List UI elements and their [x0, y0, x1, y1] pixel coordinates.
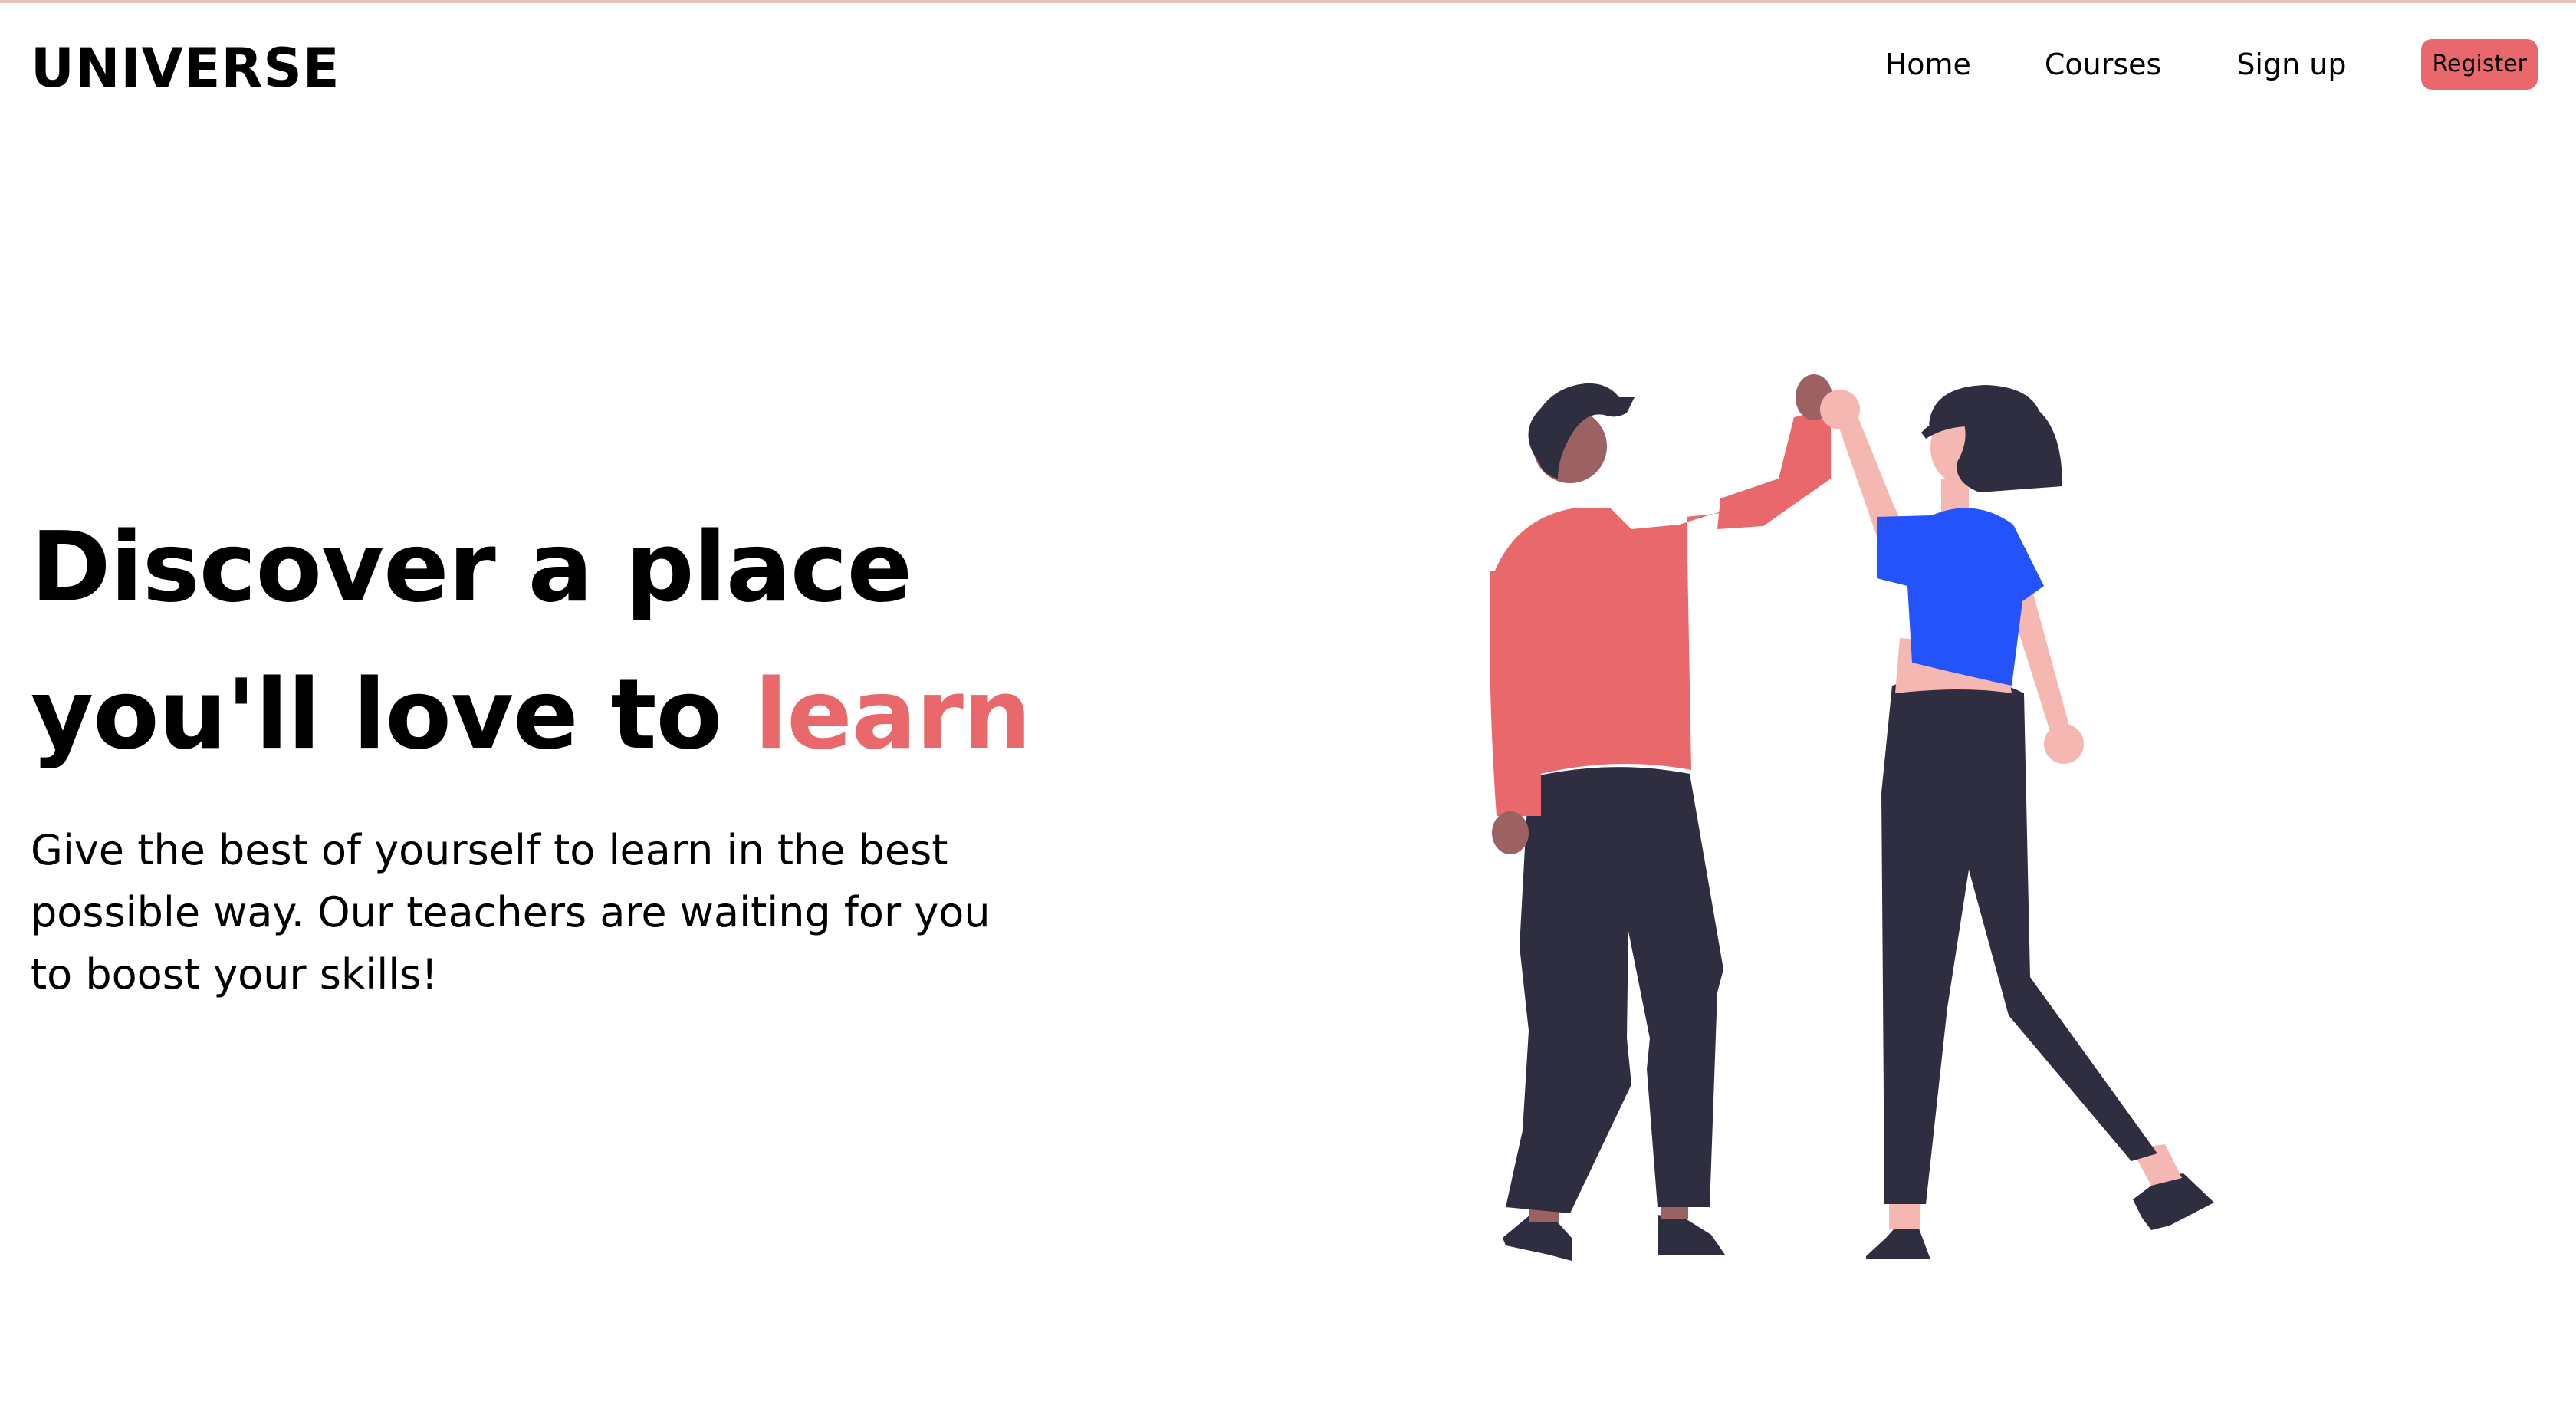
hero-title-line2: you'll love to [31, 658, 755, 771]
man-right-shoe [1658, 1215, 1725, 1255]
man-pants [1506, 767, 1723, 1213]
woman-pants [1881, 676, 2157, 1204]
woman-raised-hand [1820, 390, 1860, 429]
register-button[interactable]: Register [2421, 39, 2538, 90]
hero-title: Discover a place you'll love to learn [31, 494, 1043, 788]
page: UNIVERSE Home Courses Sign up Register D… [0, 0, 2576, 1405]
woman-right-shoe [2133, 1173, 2214, 1230]
main-nav: Home Courses Sign up Register [1885, 38, 2538, 90]
nav-signup-link[interactable]: Sign up [2236, 38, 2346, 90]
site-logo[interactable]: UNIVERSE [31, 37, 340, 100]
hero-section: Discover a place you'll love to learn Gi… [31, 494, 1043, 1005]
man-left-hand [1492, 811, 1529, 854]
nav-courses-link[interactable]: Courses [2045, 38, 2161, 90]
hero-title-line1: Discover a place [31, 511, 912, 624]
high-five-illustration [1490, 374, 2214, 1261]
hero-title-accent: learn [754, 658, 1032, 771]
nav-home-link[interactable]: Home [1885, 38, 1971, 90]
woman-right-hand [2044, 724, 2084, 764]
man-raised-arm [1717, 410, 1831, 529]
hero-subtitle: Give the best of yourself to learn in th… [31, 826, 991, 999]
